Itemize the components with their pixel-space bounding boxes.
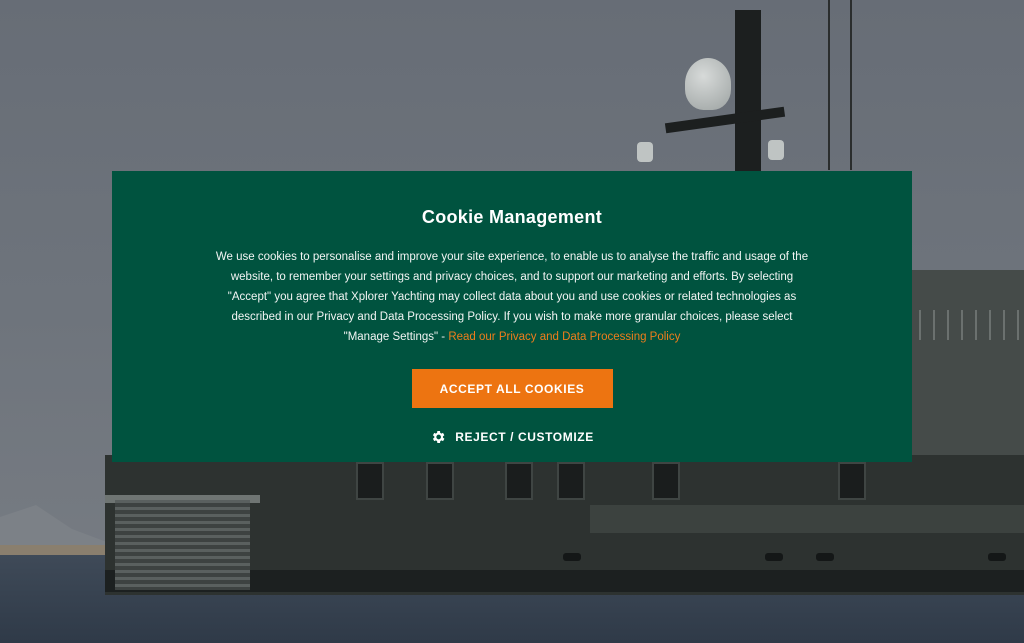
porthole bbox=[765, 553, 783, 561]
gear-icon bbox=[433, 431, 445, 443]
accept-all-cookies-button[interactable]: ACCEPT ALL COOKIES bbox=[411, 369, 613, 408]
porthole bbox=[563, 553, 581, 561]
hull-window bbox=[356, 462, 384, 500]
searchlight bbox=[637, 142, 653, 162]
superstructure bbox=[905, 270, 1024, 460]
radar-dome bbox=[685, 58, 731, 110]
reject-customize-label: REJECT / CUSTOMIZE bbox=[455, 430, 594, 444]
hull-window bbox=[557, 462, 585, 500]
deck-rail bbox=[905, 310, 1024, 340]
hull-window bbox=[838, 462, 866, 500]
privacy-policy-link[interactable]: Read our Privacy and Data Processing Pol… bbox=[448, 331, 680, 343]
hull-deck bbox=[590, 505, 1024, 533]
antenna bbox=[850, 0, 852, 170]
mast bbox=[735, 10, 761, 180]
antenna bbox=[828, 0, 830, 170]
cookie-consent-dialog: Cookie Management We use cookies to pers… bbox=[112, 171, 912, 462]
hull-window bbox=[652, 462, 680, 500]
searchlight bbox=[768, 140, 784, 160]
hull-window bbox=[426, 462, 454, 500]
porthole bbox=[816, 553, 834, 561]
consent-text: We use cookies to personalise and improv… bbox=[215, 251, 809, 343]
dialog-body: We use cookies to personalise and improv… bbox=[212, 247, 812, 347]
stern-stairs bbox=[115, 500, 250, 590]
porthole bbox=[988, 553, 1006, 561]
hull-window bbox=[505, 462, 533, 500]
dialog-title: Cookie Management bbox=[421, 207, 603, 227]
reject-customize-button[interactable]: REJECT / CUSTOMIZE bbox=[430, 429, 594, 445]
